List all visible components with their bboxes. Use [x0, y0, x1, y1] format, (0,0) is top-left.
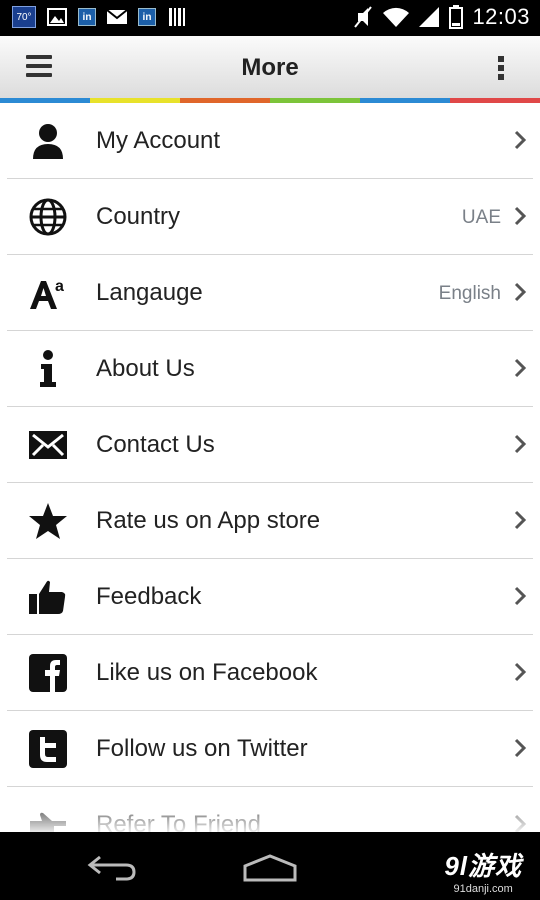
menu-item-label: About Us — [96, 355, 195, 382]
menu-item-feedback[interactable]: Feedback — [7, 559, 533, 635]
chevron-right-icon — [514, 738, 527, 758]
notification-icons: 70° in in — [12, 6, 188, 28]
pointing-hand-icon — [28, 805, 68, 832]
clock: 12:03 — [472, 4, 530, 29]
wifi-icon — [382, 6, 410, 28]
menu-item-refer-friend[interactable]: Refer To Friend — [7, 787, 533, 832]
action-bar: More — [0, 36, 540, 98]
facebook-icon — [28, 653, 68, 693]
menu-item-label: My Account — [96, 127, 221, 154]
chevron-right-icon — [514, 358, 527, 378]
watermark-logo: 9l游戏 — [444, 851, 522, 881]
status-bar: 70° in in 12:03 — [0, 0, 540, 36]
navigation-bar: 9l游戏 91danji.com — [0, 832, 540, 900]
menu-item-country[interactable]: Country UAE — [7, 179, 533, 255]
image-icon — [46, 6, 68, 28]
chevron-right-icon — [514, 130, 527, 150]
chevron-right-icon — [514, 662, 527, 682]
more-menu-list: My Account Country UAE a Langauge Englis… — [0, 103, 540, 832]
menu-item-contact-us[interactable]: Contact Us — [7, 407, 533, 483]
person-icon — [28, 121, 68, 161]
signal-icon — [418, 6, 440, 28]
back-icon[interactable] — [86, 852, 140, 882]
menu-item-label: Country — [96, 203, 181, 230]
watermark-url: 91danji.com — [453, 883, 513, 895]
selected-language-value: English — [438, 283, 501, 304]
menu-item-label: Langauge — [96, 279, 203, 306]
watermark: 9l游戏 91danji.com — [444, 846, 522, 895]
globe-icon — [28, 197, 68, 237]
chevron-right-icon — [514, 206, 527, 226]
linkedin-notification-icon-2: in — [138, 8, 156, 26]
menu-item-about-us[interactable]: About Us — [7, 331, 533, 407]
thumbs-up-icon — [28, 577, 68, 617]
envelope-icon — [28, 425, 68, 465]
svg-text:a: a — [55, 278, 64, 295]
menu-item-language[interactable]: a Langauge English — [7, 255, 533, 331]
chevron-right-icon — [514, 510, 527, 530]
menu-item-label: Like us on Facebook — [96, 659, 318, 686]
mute-icon — [352, 6, 374, 28]
barcode-icon — [166, 6, 188, 28]
selected-country-value: UAE — [461, 207, 501, 228]
chevron-right-icon — [514, 282, 527, 302]
menu-item-label: Rate us on App store — [96, 507, 321, 534]
home-icon[interactable] — [242, 854, 298, 882]
chevron-right-icon — [514, 434, 527, 454]
font-size-icon: a — [28, 273, 68, 313]
menu-item-label: Follow us on Twitter — [96, 735, 308, 762]
chevron-right-icon — [514, 586, 527, 606]
menu-item-rate-us[interactable]: Rate us on App store — [7, 483, 533, 559]
chevron-right-icon — [514, 814, 527, 832]
menu-item-label: Refer To Friend — [96, 811, 261, 832]
menu-item-facebook[interactable]: Like us on Facebook — [7, 635, 533, 711]
menu-item-label: Contact Us — [96, 431, 215, 458]
menu-item-my-account[interactable]: My Account — [7, 103, 533, 179]
overflow-menu-icon[interactable] — [498, 56, 506, 82]
twitter-icon — [28, 729, 68, 769]
weather-badge: 70° — [12, 6, 36, 28]
star-icon — [28, 501, 68, 541]
info-icon — [28, 349, 68, 389]
battery-icon — [448, 5, 464, 29]
system-icons: 12:03 — [352, 4, 530, 30]
linkedin-notification-icon: in — [78, 8, 96, 26]
page-title: More — [241, 54, 299, 81]
gmail-icon — [106, 6, 128, 28]
menu-item-label: Feedback — [96, 583, 202, 610]
menu-item-twitter[interactable]: Follow us on Twitter — [7, 711, 533, 787]
